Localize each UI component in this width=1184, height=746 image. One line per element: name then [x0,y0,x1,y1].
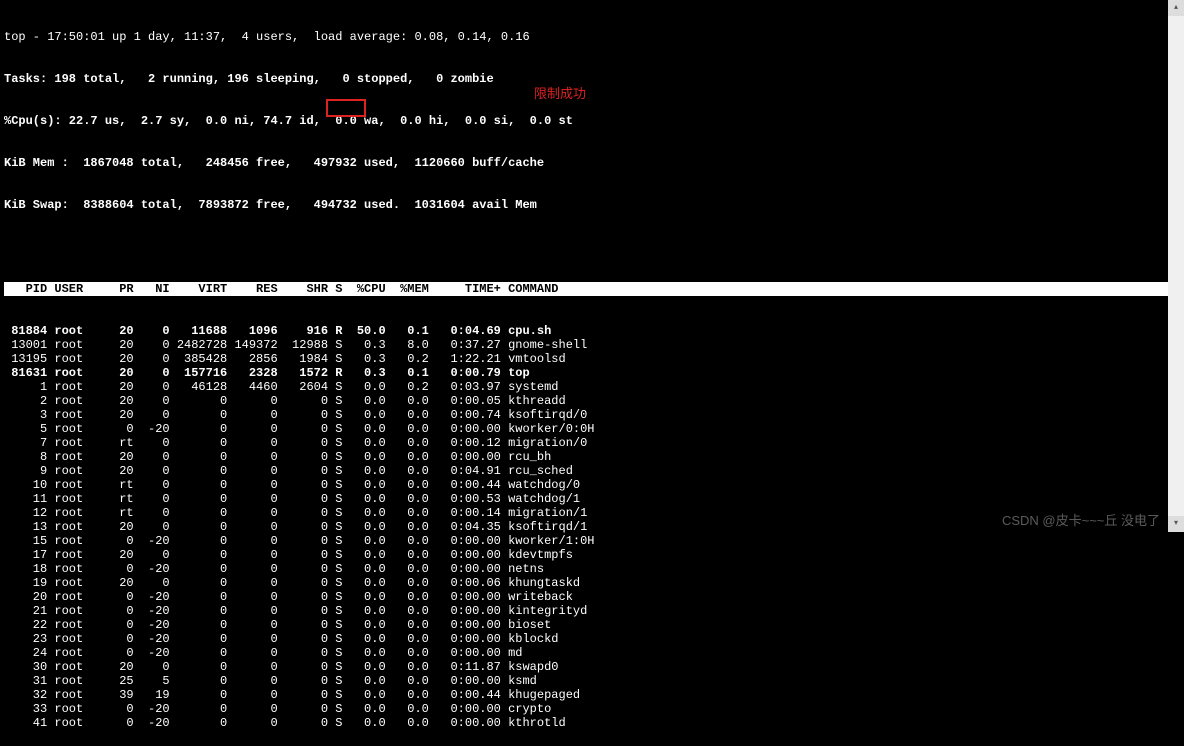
process-row: 3 root 20 0 0 0 0 S 0.0 0.0 0:00.74 ksof… [4,408,1180,422]
process-row: 7 root rt 0 0 0 0 S 0.0 0.0 0:00.12 migr… [4,436,1180,450]
process-row: 32 root 39 19 0 0 0 S 0.0 0.0 0:00.44 kh… [4,688,1180,702]
process-row: 41 root 0 -20 0 0 0 S 0.0 0.0 0:00.00 kt… [4,716,1180,730]
process-row: 15 root 0 -20 0 0 0 S 0.0 0.0 0:00.00 kw… [4,534,1180,548]
terminal-output[interactable]: top - 17:50:01 up 1 day, 11:37, 4 users,… [0,0,1184,746]
summary-line-5: KiB Swap: 8388604 total, 7893872 free, 4… [4,198,1180,212]
process-row: 13195 root 20 0 385428 2856 1984 S 0.3 0… [4,352,1180,366]
process-row: 2 root 20 0 0 0 0 S 0.0 0.0 0:00.05 kthr… [4,394,1180,408]
summary-line-2: Tasks: 198 total, 2 running, 196 sleepin… [4,72,1180,86]
process-row: 1 root 20 0 46128 4460 2604 S 0.0 0.2 0:… [4,380,1180,394]
process-row: 17 root 20 0 0 0 0 S 0.0 0.0 0:00.00 kde… [4,548,1180,562]
process-row: 24 root 0 -20 0 0 0 S 0.0 0.0 0:00.00 md [4,646,1180,660]
process-row: 30 root 20 0 0 0 0 S 0.0 0.0 0:11.87 ksw… [4,660,1180,674]
process-row: 81631 root 20 0 157716 2328 1572 R 0.3 0… [4,366,1180,380]
process-row: 22 root 0 -20 0 0 0 S 0.0 0.0 0:00.00 bi… [4,618,1180,632]
process-row: 19 root 20 0 0 0 0 S 0.0 0.0 0:00.06 khu… [4,576,1180,590]
process-header-row: PID USER PR NI VIRT RES SHR S %CPU %MEM … [4,282,1180,296]
annotation-label: 限制成功 [534,87,586,101]
summary-line-4: KiB Mem : 1867048 total, 248456 free, 49… [4,156,1180,170]
process-row: 9 root 20 0 0 0 0 S 0.0 0.0 0:04.91 rcu_… [4,464,1180,478]
process-row: 13001 root 20 0 2482728 149372 12988 S 0… [4,338,1180,352]
watermark-text: CSDN @皮卡~~~丘 没电了 [1002,514,1160,528]
scroll-down-button[interactable]: ▾ [1168,516,1184,532]
vertical-scrollbar[interactable]: ▴ ▾ [1168,0,1184,532]
process-row: 21 root 0 -20 0 0 0 S 0.0 0.0 0:00.00 ki… [4,604,1180,618]
blank-line [4,240,1180,254]
summary-line-1: top - 17:50:01 up 1 day, 11:37, 4 users,… [4,30,1180,44]
process-row: 10 root rt 0 0 0 0 S 0.0 0.0 0:00.44 wat… [4,478,1180,492]
process-row: 5 root 0 -20 0 0 0 S 0.0 0.0 0:00.00 kwo… [4,422,1180,436]
process-row: 18 root 0 -20 0 0 0 S 0.0 0.0 0:00.00 ne… [4,562,1180,576]
process-row: 31 root 25 5 0 0 0 S 0.0 0.0 0:00.00 ksm… [4,674,1180,688]
process-row: 20 root 0 -20 0 0 0 S 0.0 0.0 0:00.00 wr… [4,590,1180,604]
process-row: 23 root 0 -20 0 0 0 S 0.0 0.0 0:00.00 kb… [4,632,1180,646]
process-row: 33 root 0 -20 0 0 0 S 0.0 0.0 0:00.00 cr… [4,702,1180,716]
scroll-up-button[interactable]: ▴ [1168,0,1184,16]
summary-line-3: %Cpu(s): 22.7 us, 2.7 sy, 0.0 ni, 74.7 i… [4,114,1180,128]
process-row: 81884 root 20 0 11688 1096 916 R 50.0 0.… [4,324,1180,338]
process-row: 11 root rt 0 0 0 0 S 0.0 0.0 0:00.53 wat… [4,492,1180,506]
cpu-highlight-box [326,99,366,117]
process-row: 8 root 20 0 0 0 0 S 0.0 0.0 0:00.00 rcu_… [4,450,1180,464]
